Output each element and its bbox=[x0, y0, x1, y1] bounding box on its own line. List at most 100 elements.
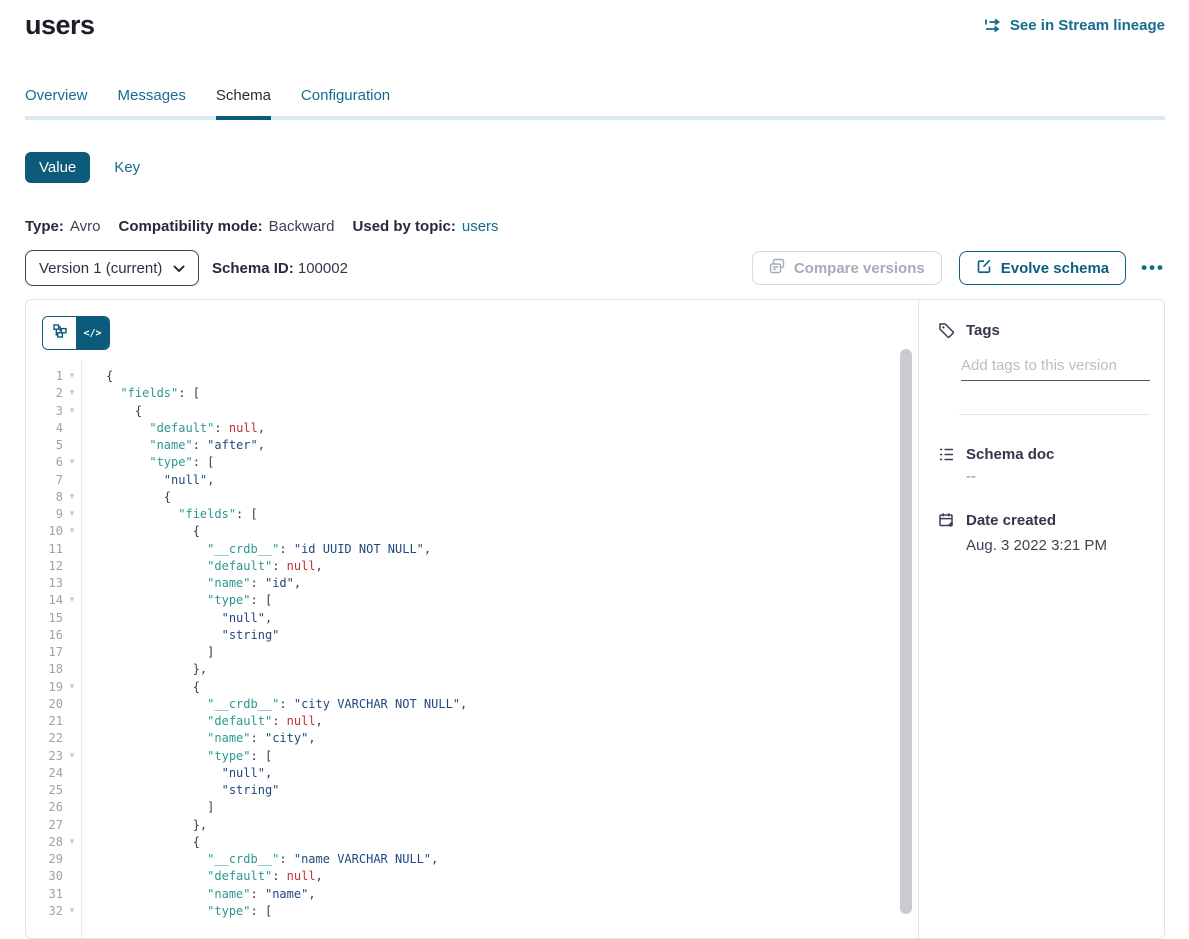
fold-spacer bbox=[63, 868, 81, 885]
fold-toggle-icon[interactable]: ▾ bbox=[63, 592, 81, 609]
compare-versions-button[interactable]: Compare versions bbox=[752, 251, 942, 285]
code-line[interactable]: 29 "__crdb__": "name VARCHAR NULL", bbox=[26, 851, 918, 868]
code-editor: </> 1▾{2▾ "fields": [3▾ {4 "default": nu… bbox=[26, 300, 919, 938]
line-number: 27 bbox=[26, 817, 63, 834]
code-line[interactable]: 31 "name": "name", bbox=[26, 886, 918, 903]
code-line[interactable]: 25 "string" bbox=[26, 782, 918, 799]
stream-lineage-icon bbox=[984, 18, 1003, 33]
fold-spacer bbox=[63, 627, 81, 644]
line-number: 2 bbox=[26, 385, 63, 402]
line-number: 20 bbox=[26, 696, 63, 713]
fold-toggle-icon[interactable]: ▾ bbox=[63, 834, 81, 851]
code-line[interactable]: 12 "default": null, bbox=[26, 558, 918, 575]
code-line[interactable]: 16 "string" bbox=[26, 627, 918, 644]
fold-spacer bbox=[63, 575, 81, 592]
tab-schema[interactable]: Schema bbox=[216, 87, 271, 120]
tab-messages[interactable]: Messages bbox=[118, 87, 186, 116]
fold-toggle-icon[interactable]: ▾ bbox=[63, 454, 81, 471]
compatibility-value: Backward bbox=[269, 218, 335, 235]
fold-toggle-icon[interactable]: ▾ bbox=[63, 403, 81, 420]
fold-toggle-icon[interactable]: ▾ bbox=[63, 506, 81, 523]
fold-spacer bbox=[63, 730, 81, 747]
line-number: 28 bbox=[26, 834, 63, 851]
code-line[interactable]: 32▾ "type": [ bbox=[26, 903, 918, 920]
code-line[interactable]: 6▾ "type": [ bbox=[26, 454, 918, 471]
code-line[interactable]: 9▾ "fields": [ bbox=[26, 506, 918, 523]
code-line[interactable]: 27 }, bbox=[26, 817, 918, 834]
code-line[interactable]: 2▾ "fields": [ bbox=[26, 385, 918, 402]
schema-doc-heading: Schema doc bbox=[966, 446, 1054, 463]
tree-view-button[interactable] bbox=[43, 317, 76, 349]
fold-spacer bbox=[63, 817, 81, 834]
code-line[interactable]: 14▾ "type": [ bbox=[26, 592, 918, 609]
code-line[interactable]: 17 ] bbox=[26, 644, 918, 661]
code-line[interactable]: 7 "null", bbox=[26, 472, 918, 489]
evolve-schema-button[interactable]: Evolve schema bbox=[959, 251, 1126, 285]
key-tab-button[interactable]: Key bbox=[114, 159, 140, 176]
list-icon bbox=[938, 446, 955, 463]
code-line[interactable]: 20 "__crdb__": "city VARCHAR NOT NULL", bbox=[26, 696, 918, 713]
line-content: "default": null, bbox=[81, 420, 265, 437]
code-line[interactable]: 5 "name": "after", bbox=[26, 437, 918, 454]
more-actions-button[interactable]: ••• bbox=[1141, 263, 1165, 273]
line-content: }, bbox=[81, 661, 207, 678]
code-line[interactable]: 30 "default": null, bbox=[26, 868, 918, 885]
code-line[interactable]: 28▾ { bbox=[26, 834, 918, 851]
code-line[interactable]: 15 "null", bbox=[26, 610, 918, 627]
fold-toggle-icon[interactable]: ▾ bbox=[63, 748, 81, 765]
line-number: 23 bbox=[26, 748, 63, 765]
line-number: 31 bbox=[26, 886, 63, 903]
code-line[interactable]: 24 "null", bbox=[26, 765, 918, 782]
code-line[interactable]: 22 "name": "city", bbox=[26, 730, 918, 747]
topic-link[interactable]: users bbox=[462, 218, 499, 235]
fold-toggle-icon[interactable]: ▾ bbox=[63, 489, 81, 506]
editor-scrollbar[interactable] bbox=[900, 349, 912, 914]
line-content: "type": [ bbox=[81, 592, 272, 609]
code-line[interactable]: 23▾ "type": [ bbox=[26, 748, 918, 765]
fold-toggle-icon[interactable]: ▾ bbox=[63, 523, 81, 540]
chevron-down-icon bbox=[173, 260, 185, 277]
code-line[interactable]: 8▾ { bbox=[26, 489, 918, 506]
line-number: 4 bbox=[26, 420, 63, 437]
value-tab-button[interactable]: Value bbox=[25, 152, 90, 183]
line-content: "null", bbox=[81, 472, 214, 489]
code-view-button[interactable]: </> bbox=[76, 317, 109, 349]
fold-spacer bbox=[63, 541, 81, 558]
fold-spacer bbox=[63, 472, 81, 489]
code-line[interactable]: 26 ] bbox=[26, 799, 918, 816]
calendar-plus-icon bbox=[938, 512, 955, 529]
fold-toggle-icon[interactable]: ▾ bbox=[63, 679, 81, 696]
line-number: 1 bbox=[26, 368, 63, 385]
fold-toggle-icon[interactable]: ▾ bbox=[63, 903, 81, 920]
code-line[interactable]: 4 "default": null, bbox=[26, 420, 918, 437]
line-content: { bbox=[81, 403, 142, 420]
page: users See in Stream lineage Overview Mess… bbox=[25, 0, 1165, 939]
line-number: 16 bbox=[26, 627, 63, 644]
code-line[interactable]: 18 }, bbox=[26, 661, 918, 678]
fold-toggle-icon[interactable]: ▾ bbox=[63, 368, 81, 385]
line-content: "default": null, bbox=[81, 868, 323, 885]
line-number: 21 bbox=[26, 713, 63, 730]
code-line[interactable]: 21 "default": null, bbox=[26, 713, 918, 730]
code-line[interactable]: 10▾ { bbox=[26, 523, 918, 540]
tag-icon bbox=[938, 322, 955, 339]
compare-versions-icon bbox=[769, 258, 785, 278]
code-line[interactable]: 3▾ { bbox=[26, 403, 918, 420]
fold-spacer bbox=[63, 437, 81, 454]
code-line[interactable]: 1▾{ bbox=[26, 368, 918, 385]
version-select[interactable]: Version 1 (current) bbox=[25, 250, 199, 286]
code-line[interactable]: 13 "name": "id", bbox=[26, 575, 918, 592]
line-content: { bbox=[81, 368, 113, 385]
stream-lineage-link[interactable]: See in Stream lineage bbox=[984, 17, 1165, 34]
editor-view-toggle: </> bbox=[42, 316, 110, 350]
tags-input[interactable]: Add tags to this version bbox=[961, 357, 1150, 381]
code-line[interactable]: 19▾ { bbox=[26, 679, 918, 696]
line-content: { bbox=[81, 489, 171, 506]
fold-spacer bbox=[63, 661, 81, 678]
code-line[interactable]: 11 "__crdb__": "id UUID NOT NULL", bbox=[26, 541, 918, 558]
tab-configuration[interactable]: Configuration bbox=[301, 87, 390, 116]
line-content: { bbox=[81, 834, 200, 851]
tab-overview[interactable]: Overview bbox=[25, 87, 88, 116]
fold-toggle-icon[interactable]: ▾ bbox=[63, 385, 81, 402]
schema-id-label: Schema ID: bbox=[212, 260, 294, 277]
